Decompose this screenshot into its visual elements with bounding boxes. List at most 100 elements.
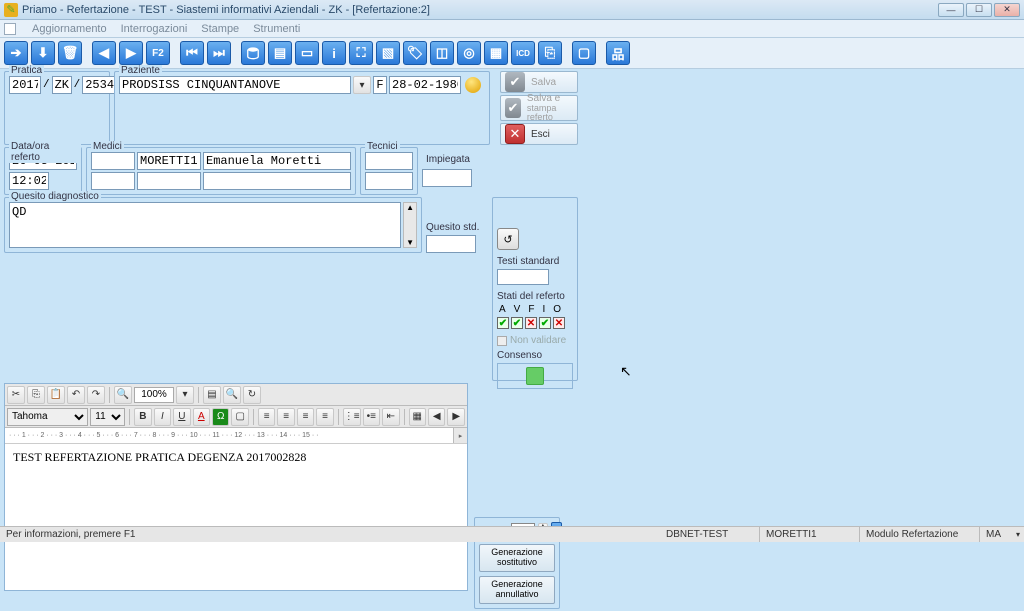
undo-icon[interactable]: ↶ [67, 386, 85, 404]
cd-icon[interactable]: ◎ [457, 41, 481, 65]
menu-strumenti[interactable]: Strumenti [253, 23, 300, 35]
paziente-name[interactable] [119, 76, 351, 94]
doc-icon[interactable]: ▤ [268, 41, 292, 65]
nav-prev-icon[interactable]: ◀ [92, 41, 116, 65]
font-color-icon[interactable]: A [193, 408, 210, 426]
align-justify-icon[interactable]: ≡ [316, 408, 333, 426]
image-icon[interactable]: ▢ [231, 408, 248, 426]
nav-next-icon[interactable]: ▶ [119, 41, 143, 65]
medico2-empty3[interactable] [203, 172, 351, 190]
align-right-icon[interactable]: ≡ [297, 408, 314, 426]
page-icon[interactable]: ▤ [203, 386, 221, 404]
medico2-empty2[interactable] [137, 172, 201, 190]
referto-time[interactable] [9, 172, 49, 190]
folder-icon[interactable]: ▭ [295, 41, 319, 65]
copy-icon[interactable]: ⎘ [538, 41, 562, 65]
view-icon[interactable]: 🔍 [223, 386, 241, 404]
tag-icon[interactable]: 🏷 [403, 41, 427, 65]
non-validare-label: Non validare [510, 335, 566, 346]
list-num-icon[interactable]: ⋮≡ [343, 408, 361, 426]
menu-control-icon[interactable] [4, 23, 16, 35]
cut-icon[interactable]: ✂ [7, 386, 25, 404]
underline-icon[interactable]: U [173, 408, 190, 426]
indent-inc-icon[interactable]: ▶ [447, 408, 464, 426]
forward-icon[interactable]: ➔ [4, 41, 28, 65]
maximize-button[interactable]: ☐ [966, 3, 992, 17]
omega-icon[interactable]: Ω [212, 408, 229, 426]
db-icon[interactable] [241, 41, 265, 65]
redo-icon[interactable]: ↷ [87, 386, 105, 404]
window-icon[interactable]: ▢ [572, 41, 596, 65]
paziente-sex[interactable] [373, 76, 387, 94]
non-validare-checkbox[interactable] [497, 336, 507, 346]
refresh-icon[interactable]: ↻ [243, 386, 261, 404]
close-button[interactable]: ✕ [994, 3, 1020, 17]
expand-icon[interactable]: ⛶ [349, 41, 373, 65]
ruler-scroll-right[interactable]: ▸ [453, 428, 467, 444]
find-icon[interactable]: 🔍 [114, 386, 132, 404]
trash-icon[interactable]: 🗑 [58, 41, 82, 65]
table-icon[interactable]: ▦ [409, 408, 426, 426]
grid-icon[interactable]: ▦ [484, 41, 508, 65]
f2-button[interactable]: F2 [146, 41, 170, 65]
download-icon[interactable]: ⬇ [31, 41, 55, 65]
impiegata-field[interactable] [422, 169, 472, 187]
pdf-icon[interactable]: ▧ [376, 41, 400, 65]
salva-stampa-button[interactable]: ✔ Salva e stampa referto [500, 95, 578, 121]
stato-i-icon[interactable]: ✔ [539, 317, 551, 329]
medico2-empty1[interactable] [91, 172, 135, 190]
first-icon[interactable]: ⏮ [180, 41, 204, 65]
gen-annullativo-button[interactable]: Generazione annullativo [479, 576, 555, 604]
stato-f-icon[interactable]: ✕ [525, 317, 537, 329]
consenso-icon[interactable] [526, 367, 544, 385]
paziente-dropdown-icon[interactable]: ▾ [353, 76, 371, 94]
menubar: Aggiornamento Interrogazioni Stampe Stru… [0, 20, 1024, 38]
zoom-field[interactable] [134, 387, 174, 403]
stato-a-icon[interactable]: ✔ [497, 317, 509, 329]
quesito-scrollbar[interactable]: ▲▼ [403, 202, 417, 248]
menu-aggiornamento[interactable]: Aggiornamento [32, 23, 107, 35]
icd-icon[interactable]: ICD [511, 41, 535, 65]
bulb-icon[interactable] [465, 77, 481, 93]
quesito-textarea[interactable]: QD [9, 202, 401, 248]
tecnico2[interactable] [365, 172, 413, 190]
status-scroll-icon[interactable]: ▾ [1010, 527, 1024, 542]
non-validare-row[interactable]: Non validare [497, 335, 573, 346]
salva-button[interactable]: ✔ Salva [500, 71, 578, 93]
book-icon[interactable]: ◫ [430, 41, 454, 65]
quesito-std-field[interactable] [426, 235, 476, 253]
medico1-name[interactable] [203, 152, 351, 170]
medico1-empty[interactable] [91, 152, 135, 170]
menu-stampe[interactable]: Stampe [201, 23, 239, 35]
align-left-icon[interactable]: ≡ [258, 408, 275, 426]
pratica-year[interactable] [9, 76, 41, 94]
titlebar: ✎ Priamo - Refertazione - TEST - Siastem… [0, 0, 1024, 20]
outdent-icon[interactable]: ⇤ [382, 408, 399, 426]
indent-dec-icon[interactable]: ◀ [428, 408, 445, 426]
zoom-dropdown-icon[interactable]: ▾ [176, 386, 194, 404]
gen-sostitutivo-button[interactable]: Generazione sostitutivo [479, 544, 555, 572]
tree-icon[interactable]: 品 [606, 41, 630, 65]
info-icon[interactable]: i [322, 41, 346, 65]
paziente-dob[interactable] [389, 76, 461, 94]
menu-interrogazioni[interactable]: Interrogazioni [121, 23, 188, 35]
list-bul-icon[interactable]: •≡ [363, 408, 380, 426]
esci-button[interactable]: ✕ Esci [500, 123, 578, 145]
font-select[interactable]: Tahoma [7, 408, 88, 426]
stato-v-icon[interactable]: ✔ [511, 317, 523, 329]
editor-body[interactable]: TEST REFERTAZIONE PRATICA DEGENZA 201700… [5, 444, 467, 590]
minimize-button[interactable]: — [938, 3, 964, 17]
stato-o-icon[interactable]: ✕ [553, 317, 565, 329]
copy-icon[interactable]: ⎘ [27, 386, 45, 404]
last-icon[interactable]: ⏭ [207, 41, 231, 65]
size-select[interactable]: 11 [90, 408, 125, 426]
history-icon[interactable]: ↺ [497, 228, 519, 250]
medico1-code[interactable] [137, 152, 201, 170]
italic-icon[interactable]: I [154, 408, 171, 426]
align-center-icon[interactable]: ≡ [277, 408, 294, 426]
paste-icon[interactable]: 📋 [47, 386, 65, 404]
pratica-mid[interactable] [52, 76, 72, 94]
testi-standard-field[interactable] [497, 269, 549, 285]
tecnico1[interactable] [365, 152, 413, 170]
bold-icon[interactable]: B [134, 408, 151, 426]
